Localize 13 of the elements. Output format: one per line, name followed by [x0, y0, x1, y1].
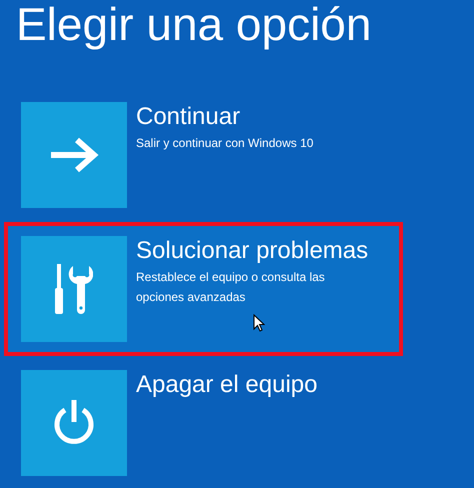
option-description: Restablece el equipo o consulta las opciones avanzadas — [136, 269, 326, 306]
option-tile[interactable]: Continuar Salir y continuar con Windows 10 — [4, 88, 403, 222]
option-label: Continuar — [136, 102, 242, 132]
option-tile[interactable]: Apagar el equipo — [4, 356, 403, 488]
option-label: Solucionar problemas — [136, 236, 370, 266]
option-description: Salir y continuar con Windows 10 — [136, 135, 314, 152]
arrow-icon — [49, 137, 99, 173]
tools-icon — [55, 264, 93, 314]
option-label: Apagar el equipo — [136, 370, 318, 400]
page-title: Elegir una opción — [16, 0, 372, 52]
mouse-cursor-icon — [253, 314, 265, 332]
option-tile[interactable]: Solucionar problemas Restablece el equipo o consulta las opciones avanzadas — [4, 222, 403, 356]
power-icon — [52, 400, 96, 446]
